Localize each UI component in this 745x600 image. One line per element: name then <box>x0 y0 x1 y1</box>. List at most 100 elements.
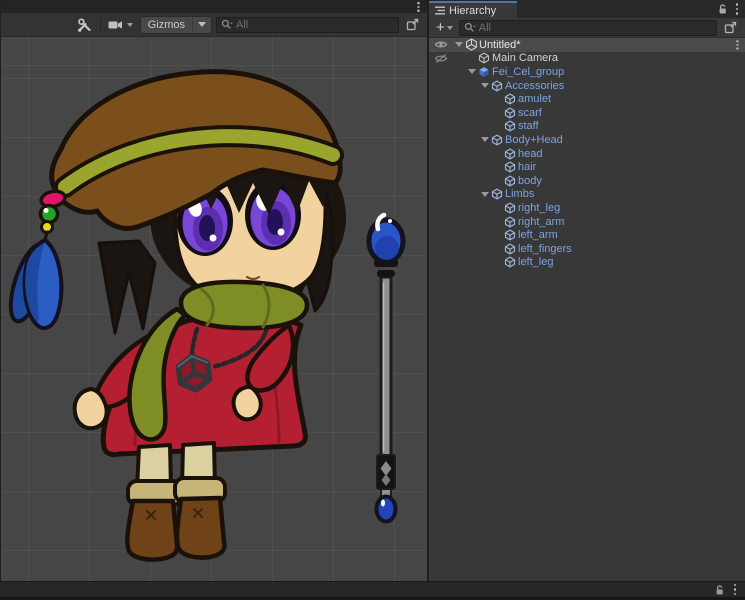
gizmos-label: Gizmos <box>141 17 192 33</box>
cube-icon <box>503 107 517 119</box>
cube-icon <box>503 93 517 105</box>
prefab-icon <box>477 66 491 78</box>
tree-item-label: hair <box>517 161 536 173</box>
lock-icon[interactable] <box>714 584 725 596</box>
cube-icon <box>503 161 517 173</box>
character-left-hand <box>75 389 107 428</box>
tree-item-right-arm[interactable]: right_arm <box>429 215 745 229</box>
list-icon <box>435 6 445 15</box>
search-icon <box>221 19 233 30</box>
character-hat-charm <box>3 189 66 328</box>
cube-icon <box>503 175 517 187</box>
cube-icon <box>503 256 517 268</box>
tree-item-label: body <box>517 175 542 187</box>
gizmos-caret[interactable] <box>192 17 211 33</box>
row-kebab-icon[interactable] <box>736 39 745 51</box>
cube-icon <box>503 120 517 132</box>
scene-tabstrip <box>1 0 427 13</box>
scene-camera-button[interactable] <box>105 16 136 34</box>
hierarchy-search-input[interactable] <box>479 22 712 34</box>
hierarchy-tabbar: Hierarchy <box>429 0 745 18</box>
tree-item-amulet[interactable]: amulet <box>429 92 745 106</box>
tree-item-label: head <box>517 148 542 160</box>
tree-item-hair[interactable]: hair <box>429 160 745 174</box>
tree-item-label: right_leg <box>517 202 560 214</box>
character-fei-cel-group[interactable] <box>3 72 346 560</box>
unity-editor-window: Gizmos <box>0 0 745 600</box>
cube-icon <box>490 80 504 92</box>
search-icon <box>464 22 476 33</box>
expand-triangle-icon[interactable] <box>453 42 464 47</box>
staff-object[interactable] <box>369 215 403 522</box>
tree-item-left-leg[interactable]: left_leg <box>429 256 745 270</box>
tree-item-untitled-[interactable]: Untitled* <box>429 38 745 52</box>
chevron-down-icon <box>447 26 453 30</box>
scene-menu-kebab-icon[interactable] <box>417 2 419 12</box>
tree-item-label: Main Camera <box>491 52 558 64</box>
tree-item-label: Fei_Cel_group <box>491 66 564 78</box>
tab-hierarchy[interactable]: Hierarchy <box>429 1 517 18</box>
cube-icon <box>477 52 491 64</box>
cube-icon <box>490 134 504 146</box>
tree-item-label: left_arm <box>517 229 558 241</box>
hierarchy-menu-kebab-icon[interactable] <box>736 3 739 15</box>
hierarchy-search-field[interactable] <box>459 20 717 36</box>
statusbar-menu-kebab-icon[interactable] <box>734 584 737 596</box>
tree-item-label: left_leg <box>517 256 553 268</box>
character-left-boot <box>127 501 177 560</box>
character-right-boot <box>177 498 224 558</box>
expand-triangle-icon[interactable] <box>479 137 490 142</box>
cube-icon <box>503 202 517 214</box>
tree-item-label: Limbs <box>504 188 534 200</box>
camera-icon <box>108 19 123 31</box>
expand-triangle-icon[interactable] <box>479 83 490 88</box>
tree-item-label: left_fingers <box>517 243 572 255</box>
tree-item-label: amulet <box>517 93 551 105</box>
gizmos-dropdown[interactable]: Gizmos <box>140 16 212 34</box>
plus-icon: + <box>436 20 445 35</box>
tree-item-fei-cel-group[interactable]: Fei_Cel_group <box>429 65 745 79</box>
expand-triangle-icon[interactable] <box>479 192 490 197</box>
eye-open-icon[interactable] <box>429 39 453 50</box>
toolbar-divider <box>100 17 101 32</box>
scene-search-input[interactable] <box>236 19 394 31</box>
scene-popout-icon[interactable] <box>403 16 422 34</box>
tree-item-body[interactable]: body <box>429 174 745 188</box>
cube-icon <box>503 216 517 228</box>
tools-icon[interactable] <box>73 16 96 34</box>
tree-item-label: Untitled* <box>478 39 521 51</box>
scene-canvas[interactable] <box>1 37 428 581</box>
cube-icon <box>490 188 504 200</box>
scene-view-panel: Gizmos <box>0 0 427 581</box>
hierarchy-tab-label: Hierarchy <box>449 5 496 17</box>
lock-icon[interactable] <box>717 3 728 15</box>
tree-item-label: staff <box>517 120 539 132</box>
tree-item-body-head[interactable]: Body+Head <box>429 133 745 147</box>
chevron-down-icon <box>127 23 133 27</box>
scene-search-field[interactable] <box>216 17 399 33</box>
staff-gem <box>377 497 396 522</box>
cube-icon <box>503 148 517 160</box>
tree-item-limbs[interactable]: Limbs <box>429 188 745 202</box>
tree-item-main-camera[interactable]: Main Camera <box>429 52 745 66</box>
hierarchy-popout-icon[interactable] <box>721 19 740 37</box>
hierarchy-tree: Untitled*Main Camera Fei_Cel_group Accesso… <box>429 38 745 269</box>
tree-item-label: Body+Head <box>504 134 563 146</box>
tree-item-label: right_arm <box>517 216 564 228</box>
tree-item-accessories[interactable]: Accessories <box>429 79 745 93</box>
add-gameobject-button[interactable]: + <box>434 20 455 35</box>
tree-item-right-leg[interactable]: right_leg <box>429 201 745 215</box>
tree-item-left-arm[interactable]: left_arm <box>429 228 745 242</box>
expand-triangle-icon[interactable] <box>466 69 477 74</box>
tree-item-head[interactable]: head <box>429 147 745 161</box>
scene-icon <box>464 38 478 51</box>
tree-item-label: Accessories <box>504 80 564 92</box>
hierarchy-panel: Hierarchy + <box>429 0 745 581</box>
character-right-hand <box>234 387 261 420</box>
tree-item-scarf[interactable]: scarf <box>429 106 745 120</box>
tree-item-left-fingers[interactable]: left_fingers <box>429 242 745 256</box>
cube-icon <box>503 243 517 255</box>
eye-crossed-icon[interactable] <box>429 53 453 64</box>
cube-icon <box>503 229 517 241</box>
tree-item-staff[interactable]: staff <box>429 120 745 134</box>
